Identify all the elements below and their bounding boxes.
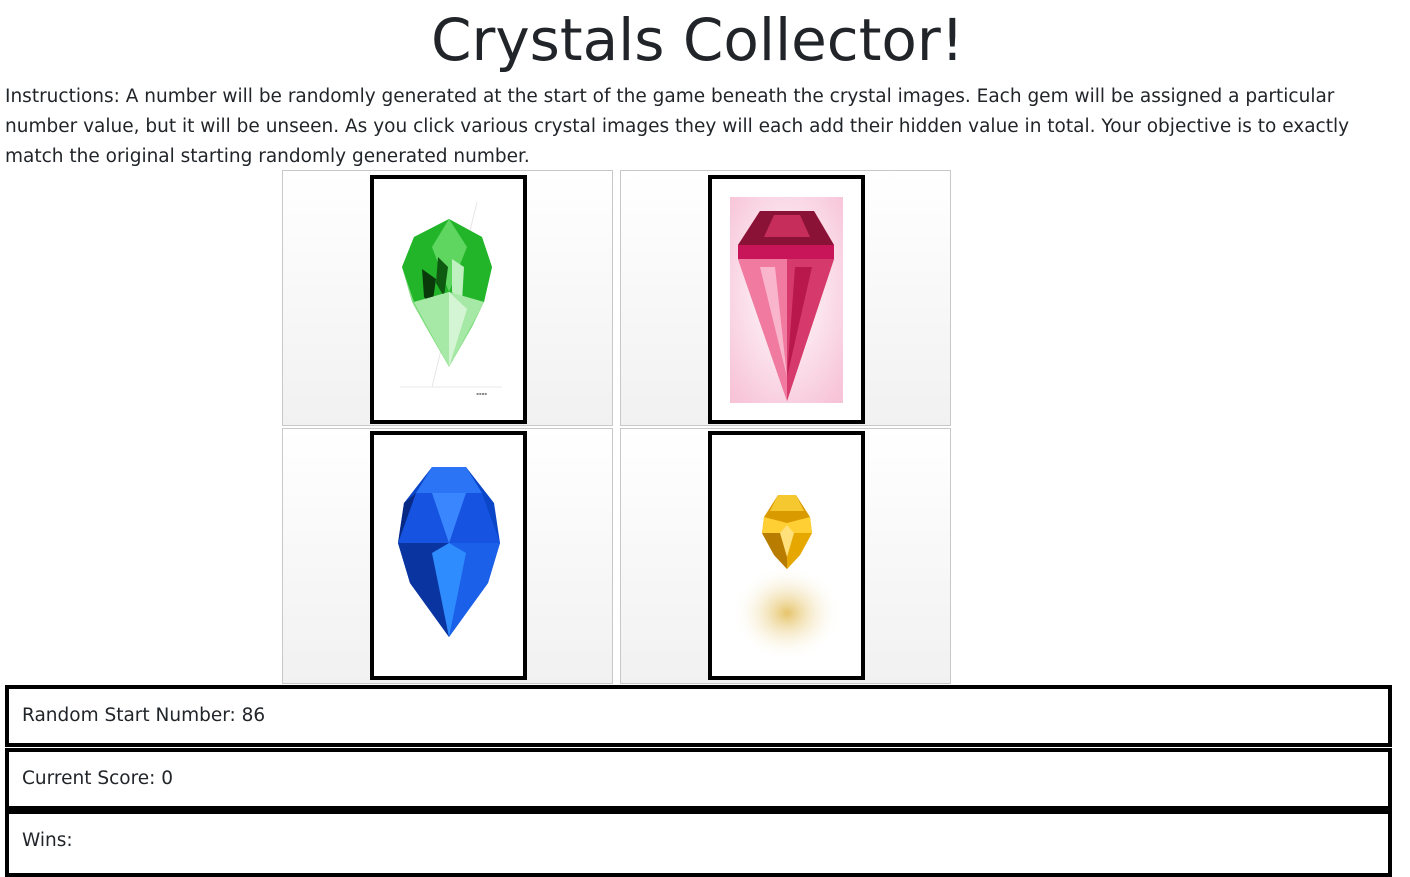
blue-crystal-frame: [370, 431, 527, 680]
green-crystal-frame: ▪▪▪▪: [370, 175, 527, 424]
instructions-text: Instructions: A number will be randomly …: [5, 86, 1350, 167]
yellow-crystal-frame: [708, 431, 865, 680]
green-crystal-icon: ▪▪▪▪: [392, 197, 505, 403]
yellow-crystal-button[interactable]: [620, 428, 951, 684]
crystal-grid: ▪▪▪▪: [282, 170, 954, 686]
page-title: Crystals Collector!: [430, 6, 965, 74]
random-start-number: Random Start Number: 86: [5, 685, 1392, 747]
page: Crystals Collector! Instructions: A numb…: [0, 0, 1410, 877]
blue-crystal-button[interactable]: [282, 428, 613, 684]
current-score: Current Score: 0: [5, 748, 1392, 810]
pink-crystal-icon: [730, 197, 843, 403]
wins-counter: Wins:: [5, 810, 1392, 877]
svg-text:▪▪▪▪: ▪▪▪▪: [476, 391, 487, 396]
pink-crystal-frame: [708, 175, 865, 424]
yellow-crystal-icon: [730, 453, 843, 659]
blue-crystal-icon: [392, 453, 505, 659]
pink-crystal-button[interactable]: [620, 170, 951, 426]
green-crystal-button[interactable]: ▪▪▪▪: [282, 170, 613, 426]
